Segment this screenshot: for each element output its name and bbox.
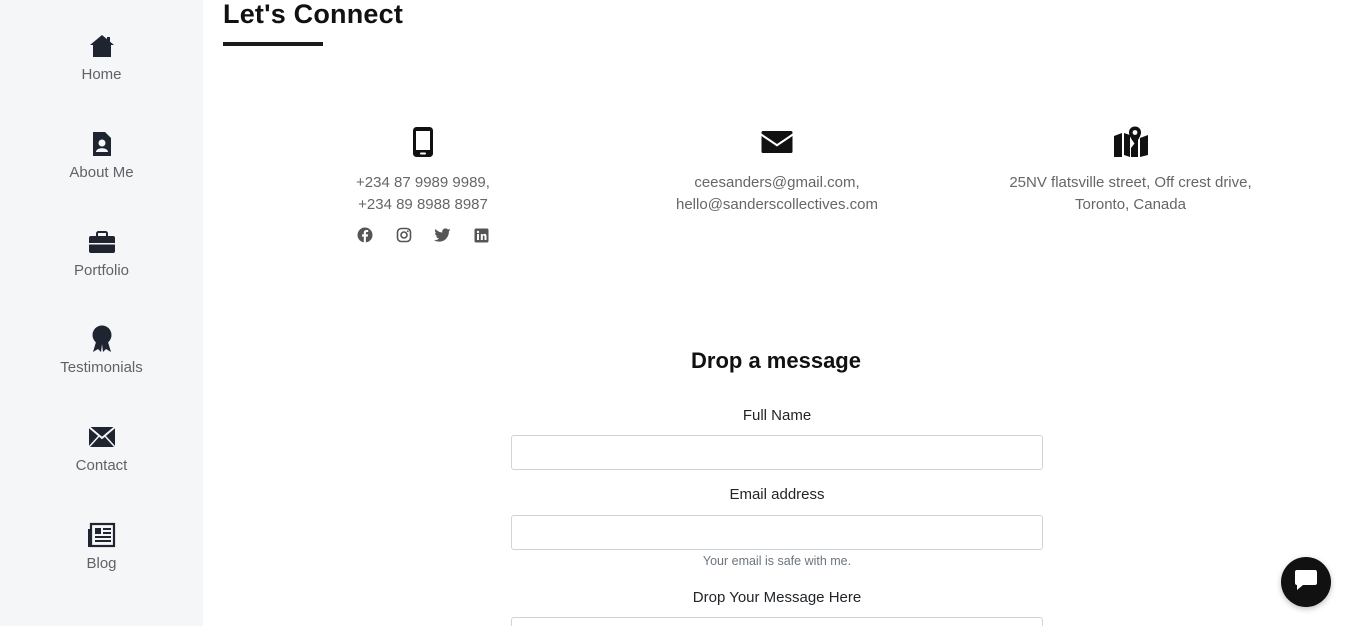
email-input[interactable] <box>511 515 1043 550</box>
message-label: Drop Your Message Here <box>692 589 862 606</box>
sidebar-item-label: Home <box>81 66 122 83</box>
mobile-phone-icon <box>323 124 523 160</box>
phone-info: +234 87 9989 9989, +234 89 8988 8987 <box>323 124 523 245</box>
email-info: ceesanders@gmail.com, hello@sanderscolle… <box>657 124 897 216</box>
full-name-label: Full Name <box>742 407 812 424</box>
main-content: Let's Connect +234 87 9989 9989, +234 89… <box>203 0 1349 626</box>
chat-bubble-icon <box>1294 569 1318 596</box>
sidebar-item-blog[interactable]: Blog <box>0 521 203 581</box>
sidebar: Home About Me Portfolio Testimonials Con… <box>0 0 203 626</box>
form-title: Drop a message <box>691 348 861 373</box>
twitter-icon[interactable] <box>433 225 453 245</box>
sidebar-item-label: About Me <box>69 164 134 181</box>
envelope-icon <box>87 423 116 451</box>
phone-number: +234 87 9989 9989, <box>356 174 490 191</box>
phone-number: +234 89 8988 8987 <box>358 196 488 213</box>
sidebar-item-home[interactable]: Home <box>0 32 203 92</box>
facebook-icon[interactable] <box>355 225 375 245</box>
envelope-icon <box>657 124 897 160</box>
chat-button[interactable] <box>1281 557 1331 607</box>
social-links <box>323 225 523 245</box>
home-icon <box>89 32 115 60</box>
sidebar-item-label: Blog <box>86 555 117 572</box>
sidebar-item-testimonials[interactable]: Testimonials <box>0 325 203 385</box>
instagram-icon[interactable] <box>394 225 414 245</box>
sidebar-item-portfolio[interactable]: Portfolio <box>0 228 203 288</box>
award-icon <box>90 325 114 353</box>
linkedin-icon[interactable] <box>472 225 492 245</box>
sidebar-item-label: Contact <box>75 457 128 474</box>
email-address: hello@sanderscollectives.com <box>676 196 878 213</box>
id-badge-icon <box>91 130 113 158</box>
email-help-text: Your email is safe with me. <box>702 554 852 568</box>
sidebar-item-contact[interactable]: Contact <box>0 423 203 483</box>
newspaper-icon <box>87 521 116 549</box>
page-title: Let's Connect <box>223 0 404 29</box>
email-label: Email address <box>729 486 825 503</box>
address-line: 25NV flatsville street, Off crest drive, <box>1009 174 1252 191</box>
full-name-input[interactable] <box>511 435 1043 470</box>
title-underline <box>223 42 323 46</box>
sidebar-item-about-me[interactable]: About Me <box>0 130 203 190</box>
message-textarea[interactable] <box>511 617 1043 626</box>
map-marker-icon <box>983 124 1278 160</box>
address-line: Toronto, Canada <box>1075 196 1186 213</box>
briefcase-icon <box>88 228 116 256</box>
email-address: ceesanders@gmail.com, <box>694 174 860 191</box>
address-info: 25NV flatsville street, Off crest drive,… <box>983 124 1278 216</box>
sidebar-item-label: Portfolio <box>73 262 130 279</box>
sidebar-item-label: Testimonials <box>60 359 143 376</box>
